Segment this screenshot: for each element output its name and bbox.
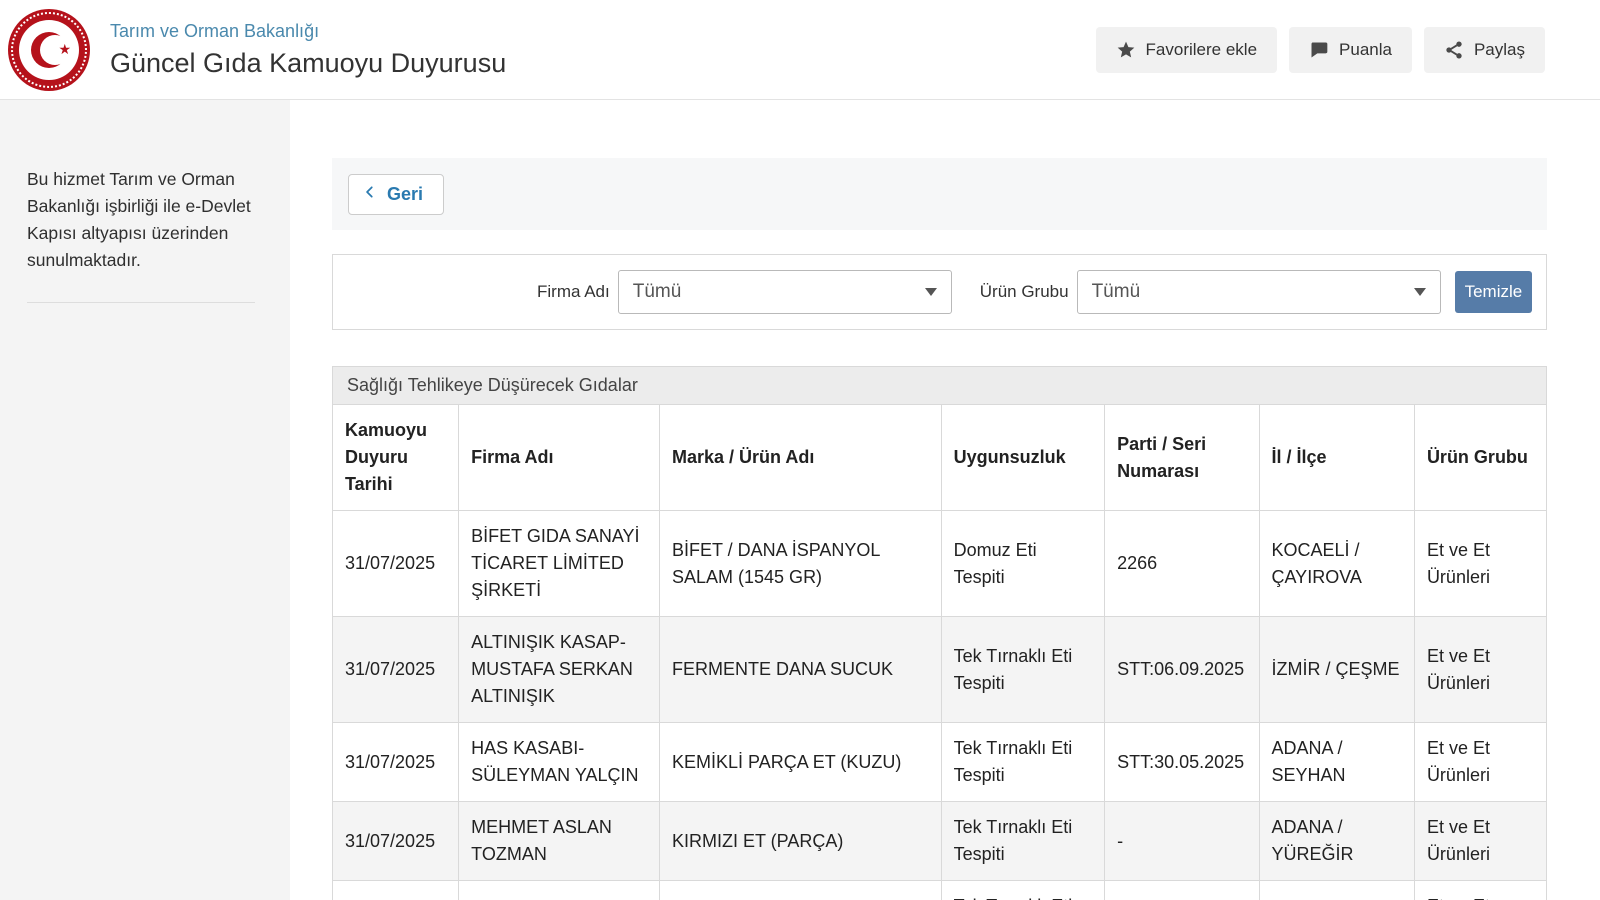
star-icon <box>1116 40 1136 60</box>
back-panel: Geri <box>332 158 1547 230</box>
table-cell: ADANA / YÜREĞİR <box>1259 802 1414 881</box>
clear-filters-button[interactable]: Temizle <box>1455 271 1533 313</box>
column-header: İl / İlçe <box>1259 405 1414 511</box>
table-cell: ADANA / <box>1259 881 1414 900</box>
column-header: Marka / Ürün Adı <box>660 405 942 511</box>
table-row: 31/07/2025BİFET GIDA SANAYİ TİCARET LİMİ… <box>333 511 1547 617</box>
table-cell: Et ve Et Ürünleri <box>1414 511 1546 617</box>
share-label: Paylaş <box>1474 40 1525 60</box>
column-header: Firma Adı <box>459 405 660 511</box>
ministry-logo-inner: ★ <box>19 20 79 80</box>
rate-button[interactable]: Puanla <box>1289 27 1412 73</box>
add-favorite-button[interactable]: Favorilere ekle <box>1096 27 1278 73</box>
table-cell: BİFET / DANA İSPANYOL SALAM (1545 GR) <box>660 511 942 617</box>
table-cell: Et ve Et Ürünleri <box>1414 617 1546 723</box>
table-cell: 31/07/2025 <box>333 617 459 723</box>
table-cell: - <box>1105 802 1259 881</box>
table-cell: FERMENTE DANA SUCUK <box>660 617 942 723</box>
ministry-name: Tarım ve Orman Bakanlığı <box>110 21 506 42</box>
sidebar-divider <box>27 302 255 303</box>
header-actions: Favorilere ekle Puanla Paylaş <box>1096 27 1545 73</box>
table-cell: Et ve Et Ürünleri <box>1414 723 1546 802</box>
table-cell: ADANA / SEYHAN <box>1259 723 1414 802</box>
column-header: Parti / Seri Numarası <box>1105 405 1259 511</box>
page-title: Güncel Gıda Kamuoyu Duyurusu <box>110 48 506 79</box>
chevron-down-icon <box>1414 288 1426 296</box>
table-cell: MEHMET ASLAN TOZMAN <box>459 802 660 881</box>
table-title: Sağlığı Tehlikeye Düşürecek Gıdalar <box>332 366 1547 404</box>
column-header: Uygunsuzluk <box>941 405 1105 511</box>
ministry-logo: ★ <box>8 9 90 91</box>
comment-icon <box>1309 40 1329 60</box>
table-row: 31/07/2025 Tek Tırnaklı Eti Tespiti ADANA … <box>333 881 1547 900</box>
rate-label: Puanla <box>1339 40 1392 60</box>
table-body: 31/07/2025BİFET GIDA SANAYİ TİCARET LİMİ… <box>333 511 1547 900</box>
table-cell: Tek Tırnaklı Eti Tespiti <box>941 617 1105 723</box>
share-button[interactable]: Paylaş <box>1424 27 1545 73</box>
table-cell: İZMİR / ÇEŞME <box>1259 617 1414 723</box>
share-icon <box>1444 40 1464 60</box>
table-row: 31/07/2025MEHMET ASLAN TOZMANKIRMIZI ET … <box>333 802 1547 881</box>
chevron-left-icon <box>363 184 377 205</box>
add-favorite-label: Favorilere ekle <box>1146 40 1258 60</box>
table-cell: 31/07/2025 <box>333 511 459 617</box>
page-header: ★ Tarım ve Orman Bakanlığı Güncel Gıda K… <box>0 0 1600 100</box>
table-header-row: Kamuoyu Duyuru TarihiFirma AdıMarka / Ür… <box>333 405 1547 511</box>
urun-grubu-selected-value: Tümü <box>1092 281 1141 303</box>
table-cell <box>660 881 942 900</box>
star-icon: ★ <box>58 42 71 56</box>
table-cell: 31/07/2025 <box>333 802 459 881</box>
service-info-text: Bu hizmet Tarım ve Orman Bakanlığı işbir… <box>27 166 259 274</box>
table-cell: Tek Tırnaklı Eti Tespiti <box>941 881 1105 900</box>
table-cell: STT:30.05.2025 <box>1105 723 1259 802</box>
back-button-label: Geri <box>387 184 423 205</box>
table-cell: 31/07/2025 <box>333 881 459 900</box>
firma-adi-select[interactable]: Tümü <box>618 270 952 314</box>
table-cell: Tek Tırnaklı Eti Tespiti <box>941 723 1105 802</box>
table-cell: Tek Tırnaklı Eti Tespiti <box>941 802 1105 881</box>
table-cell: Et ve Et Ürünleri <box>1414 802 1546 881</box>
sidebar: Bu hizmet Tarım ve Orman Bakanlığı işbir… <box>0 100 290 900</box>
firma-adi-selected-value: Tümü <box>633 281 682 303</box>
table-cell <box>1105 881 1259 900</box>
table-cell: KEMİKLİ PARÇA ET (KUZU) <box>660 723 942 802</box>
table-head: Kamuoyu Duyuru TarihiFirma AdıMarka / Ür… <box>333 405 1547 511</box>
table-cell: KIRMIZI ET (PARÇA) <box>660 802 942 881</box>
table-cell: 31/07/2025 <box>333 723 459 802</box>
table-cell: STT:06.09.2025 <box>1105 617 1259 723</box>
back-button[interactable]: Geri <box>348 174 444 215</box>
announcements-table: Kamuoyu Duyuru TarihiFirma AdıMarka / Ür… <box>332 404 1547 900</box>
table-row: 31/07/2025HAS KASABI-SÜLEYMAN YALÇINKEMİ… <box>333 723 1547 802</box>
column-header: Ürün Grubu <box>1414 405 1546 511</box>
column-header: Kamuoyu Duyuru Tarihi <box>333 405 459 511</box>
table-cell: Domuz Eti Tespiti <box>941 511 1105 617</box>
table-cell: Et ve Et Ürünleri <box>1414 881 1546 900</box>
main-content: Geri Firma Adı Tümü Ürün Grubu Tümü Temi… <box>290 100 1600 900</box>
table-row: 31/07/2025ALTINIŞIK KASAP-MUSTAFA SERKAN… <box>333 617 1547 723</box>
urun-grubu-label: Ürün Grubu <box>980 282 1069 302</box>
table-cell: 2266 <box>1105 511 1259 617</box>
firma-adi-label: Firma Adı <box>537 282 610 302</box>
urun-grubu-select[interactable]: Tümü <box>1077 270 1441 314</box>
header-titles: Tarım ve Orman Bakanlığı Güncel Gıda Kam… <box>110 21 506 79</box>
table-cell: HAS KASABI-SÜLEYMAN YALÇIN <box>459 723 660 802</box>
table-cell <box>459 881 660 900</box>
table-cell: BİFET GIDA SANAYİ TİCARET LİMİTED ŞİRKET… <box>459 511 660 617</box>
page-body: Bu hizmet Tarım ve Orman Bakanlığı işbir… <box>0 100 1600 900</box>
chevron-down-icon <box>925 288 937 296</box>
table-cell: ALTINIŞIK KASAP-MUSTAFA SERKAN ALTINIŞIK <box>459 617 660 723</box>
filter-bar: Firma Adı Tümü Ürün Grubu Tümü Temizle <box>332 254 1547 330</box>
table-cell: KOCAELİ / ÇAYIROVA <box>1259 511 1414 617</box>
